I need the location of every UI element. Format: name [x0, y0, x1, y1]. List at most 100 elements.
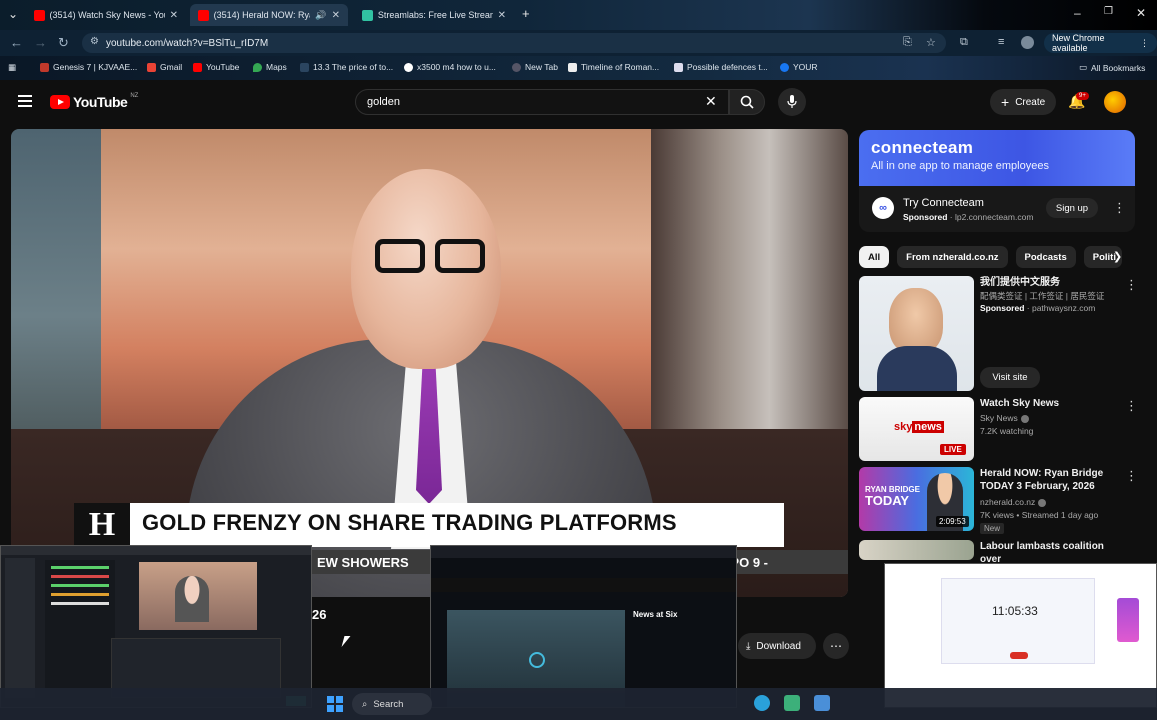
glasses-right: [435, 239, 485, 273]
apps-grid-icon[interactable]: ▦: [8, 62, 16, 73]
create-button[interactable]: + Create: [990, 89, 1057, 115]
bookmark-favicon-icon: [300, 62, 309, 72]
glasses-left: [375, 239, 425, 273]
rec-meta: 7.2K watching: [980, 426, 1034, 436]
close-icon[interactable]: ✕: [498, 10, 506, 21]
search-icon: [740, 95, 754, 109]
tab-streamlabs[interactable]: Streamlabs: Free Live Streaming ✕: [354, 4, 514, 26]
download-label: Download: [756, 640, 801, 652]
chevron-right-icon[interactable]: ❯: [1113, 250, 1122, 263]
download-button[interactable]: ⤓ Download: [738, 633, 816, 659]
chip-nzherald[interactable]: From nzherald.co.nz: [897, 246, 1008, 268]
below-video-number: 26: [312, 607, 327, 622]
clear-search-icon[interactable]: ✕: [705, 93, 717, 110]
bookmark-timeline[interactable]: Timeline of Roman...: [568, 62, 659, 72]
windows-taskbar: [0, 688, 1157, 720]
rec-channel-name: Sky News: [980, 413, 1018, 423]
bookmark-google[interactable]: x3500 m4 how to u...: [404, 62, 496, 72]
new-chrome-button[interactable]: New Chrome available ⋮: [1044, 33, 1157, 53]
taskbar-preview-tvnz[interactable]: News at Six: [430, 545, 737, 708]
bookmark-maps[interactable]: Maps: [253, 62, 287, 72]
youtube-logo[interactable]: YouTube NZ: [50, 93, 138, 110]
ad-meta: Sponsored · lp2.connecteam.com: [903, 212, 1034, 222]
preview-nav: [431, 578, 736, 592]
bookmark-favicon-icon: [674, 62, 683, 72]
more-options-icon[interactable]: ⋮: [1125, 398, 1138, 414]
bookmark-new-tab[interactable]: New Tab: [512, 62, 558, 72]
extensions-icon[interactable]: ⧉: [960, 36, 968, 49]
video-player[interactable]: H GOLD FRENZY ON SHARE TRADING PLATFORMS…: [11, 129, 848, 597]
rec-title[interactable]: Watch Sky News: [980, 397, 1120, 410]
audio-icon[interactable]: 🔊: [315, 10, 326, 21]
minimize-icon[interactable]: –: [1074, 6, 1081, 20]
tab-search-icon[interactable]: ⌄: [8, 7, 18, 21]
tab-sky-news[interactable]: (3514) Watch Sky News - YouTu ✕: [26, 4, 186, 26]
bookmark-label: New Tab: [525, 62, 558, 72]
chip-podcasts[interactable]: Podcasts: [1015, 246, 1076, 268]
app-icon[interactable]: [784, 695, 800, 711]
close-icon[interactable]: ✕: [170, 10, 178, 21]
more-options-icon[interactable]: ⋮: [1113, 200, 1126, 216]
sky-news-logo: sky news: [894, 421, 944, 433]
connecteam-logo-icon: ∞: [872, 197, 894, 219]
preview-chat: [45, 560, 115, 690]
chip-all[interactable]: All: [859, 246, 890, 268]
rec-channel-name: nzherald.co.nz: [980, 497, 1036, 507]
wikipedia-icon: [568, 62, 577, 72]
bookmark-label: YOUR: [793, 62, 818, 72]
more-options-icon[interactable]: ⋮: [1125, 277, 1138, 293]
new-tab-icon[interactable]: +: [522, 6, 530, 21]
menu-icon[interactable]: [18, 95, 32, 107]
youtube-play-icon: [50, 95, 70, 109]
more-options-icon[interactable]: ⋮: [1125, 468, 1138, 484]
maximize-icon[interactable]: ❐: [1104, 6, 1113, 17]
notification-count-badge: 9+: [1076, 92, 1089, 100]
verified-icon: [1038, 498, 1047, 507]
rec-title[interactable]: Herald NOW: Ryan Bridge TODAY 3 February…: [980, 467, 1120, 493]
youtube-favicon-icon: [198, 9, 209, 21]
voice-search-button[interactable]: [778, 88, 806, 116]
all-bookmarks[interactable]: ▭ All Bookmarks: [1079, 62, 1145, 73]
reading-list-icon[interactable]: ≡: [998, 36, 1004, 48]
windows-start-icon[interactable]: [327, 696, 343, 712]
signup-button[interactable]: Sign up: [1046, 198, 1098, 218]
address-bar[interactable]: ⚙ youtube.com/watch?v=BSlTu_rID7M: [82, 33, 946, 53]
reload-icon[interactable]: ↻: [58, 35, 69, 51]
rec-thumbnail[interactable]: [859, 276, 974, 391]
account-avatar[interactable]: [1104, 91, 1126, 113]
search-button[interactable]: [729, 89, 765, 115]
install-app-icon[interactable]: ⎘: [903, 36, 912, 49]
bookmark-facebook[interactable]: YOUR: [780, 62, 818, 72]
site-info-icon[interactable]: ⚙: [90, 36, 99, 47]
bookmark-defences[interactable]: Possible defences t...: [674, 62, 768, 72]
bookmark-gmail[interactable]: Gmail: [147, 62, 182, 72]
bookmark-youtube[interactable]: YouTube: [193, 62, 239, 72]
preview-sidebar: [5, 558, 35, 698]
ad-banner[interactable]: connecteam All in one app to manage empl…: [859, 130, 1135, 186]
taskbar-preview-streamlabs[interactable]: [0, 545, 312, 708]
visit-site-button[interactable]: Visit site: [980, 367, 1040, 388]
notes-icon[interactable]: [814, 695, 830, 711]
forward-icon[interactable]: →: [34, 35, 47, 50]
rec-thumbnail[interactable]: [859, 540, 974, 560]
taskbar-search-label: Search: [373, 698, 404, 710]
close-icon[interactable]: ✕: [332, 10, 340, 21]
taskbar-preview-clock[interactable]: 11:05:33: [884, 563, 1157, 708]
telegram-icon[interactable]: [754, 695, 770, 711]
tab-herald-now[interactable]: (3514) Herald NOW: Ryan B 🔊 ✕: [190, 4, 348, 26]
more-actions-button[interactable]: ⋯: [823, 633, 849, 659]
profile-icon[interactable]: [1021, 36, 1034, 49]
close-window-icon[interactable]: ✕: [1136, 6, 1146, 20]
bookmark-label: Genesis 7 | KJVAAE...: [53, 62, 138, 72]
bookmark-genesis[interactable]: Genesis 7 | KJVAAE...: [40, 62, 137, 72]
ad-title[interactable]: Try Connecteam: [903, 197, 984, 209]
taskbar-search[interactable]: ⌕ Search: [352, 693, 432, 715]
search-input[interactable]: golden: [355, 89, 729, 115]
rec-title[interactable]: 我们提供中文服务: [980, 276, 1120, 289]
rec-channel: pathwaysnz.com: [1031, 303, 1096, 313]
bookmark-price[interactable]: 13.3 The price of to...: [300, 62, 393, 72]
bookmark-label: Maps: [266, 62, 287, 72]
verified-icon: [1020, 414, 1029, 423]
back-icon[interactable]: ←: [10, 35, 23, 50]
bookmark-star-icon[interactable]: ☆: [926, 36, 936, 49]
